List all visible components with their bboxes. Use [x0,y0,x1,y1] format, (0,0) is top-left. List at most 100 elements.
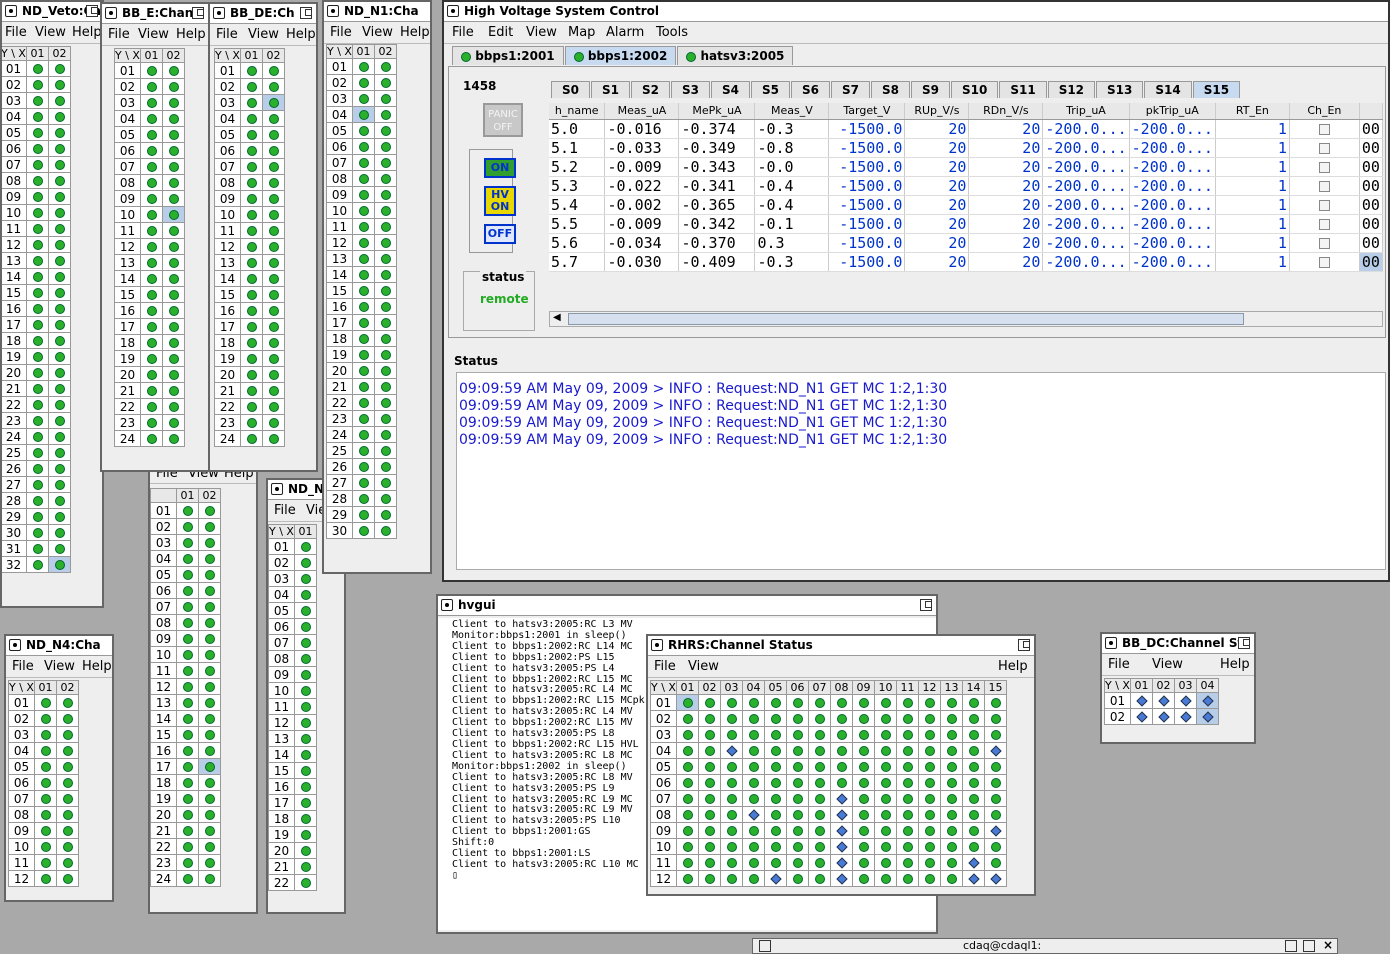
channel-cell[interactable] [830,870,853,887]
menu-file[interactable]: File [330,25,352,40]
channel-cell[interactable] [48,124,71,141]
table-cell[interactable]: -0.4 [754,195,830,215]
channel-cell[interactable] [352,202,375,219]
channel-cell[interactable] [48,76,71,93]
channel-cell[interactable] [294,826,317,843]
table-cell[interactable]: -0.374 [678,119,756,139]
channel-cell[interactable] [294,602,317,619]
ch-en-checkbox[interactable] [1318,218,1330,230]
channel-cell[interactable] [874,854,897,871]
channel-cell[interactable] [262,430,285,447]
channel-cell[interactable] [56,758,79,775]
channel-cell[interactable] [26,412,49,429]
channel-cell[interactable] [352,186,375,203]
channel-cell[interactable] [896,758,919,775]
channel-cell[interactable] [198,518,221,535]
channel-cell[interactable] [262,238,285,255]
channel-cell[interactable] [56,694,79,711]
ch-en-checkbox[interactable] [1318,161,1330,173]
channel-cell[interactable] [262,190,285,207]
channel-cell[interactable] [1152,708,1175,725]
channel-cell[interactable] [26,220,49,237]
title-bar[interactable]: RHRS:Channel Status [648,636,1034,656]
channel-cell[interactable] [26,348,49,365]
channel-cell[interactable] [896,790,919,807]
channel-cell[interactable] [352,138,375,155]
channel-cell[interactable] [56,854,79,871]
channel-cell[interactable] [830,710,853,727]
channel-status-window[interactable]: File View Help 01 02 01 02 03 04 05 06 07 08 09 10 11 1… [148,462,258,914]
channel-cell[interactable] [26,556,49,573]
maximize-icon[interactable] [1238,637,1250,649]
channel-cell[interactable] [352,474,375,491]
channel-cell[interactable] [352,74,375,91]
channel-cell[interactable] [26,316,49,333]
channel-cell[interactable] [48,268,71,285]
table-cell[interactable]: 1 [1215,157,1290,177]
channel-cell[interactable] [198,806,221,823]
channel-cell[interactable] [374,330,397,347]
channel-cell[interactable] [262,286,285,303]
title-bar[interactable]: ND_Veto:Ch [2,2,102,22]
table-cell[interactable]: -0.0 [754,157,830,177]
channel-cell[interactable] [720,790,743,807]
channel-cell[interactable] [352,426,375,443]
channel-cell[interactable] [374,202,397,219]
channel-cell[interactable] [940,822,963,839]
channel-cell[interactable] [720,758,743,775]
table-cell[interactable]: -1500.0 [828,138,906,158]
channel-cell[interactable] [374,122,397,139]
channel-cell[interactable] [176,822,199,839]
channel-cell[interactable] [764,806,787,823]
table-cell[interactable]: 20 [968,233,1044,253]
table-row[interactable]: 5.1 -0.033 -0.349 -0.8 -1500.0 20 20 -200.0... -… [549,138,1384,158]
channel-cell[interactable] [198,502,221,519]
table-cell[interactable]: -200.0... [1042,233,1130,253]
channel-cell[interactable] [198,662,221,679]
channel-cell[interactable] [352,218,375,235]
channel-cell[interactable] [720,726,743,743]
table-cell[interactable]: 20 [904,195,970,215]
channel-cell[interactable] [786,758,809,775]
channel-cell[interactable] [140,222,163,239]
channel-cell[interactable] [1130,708,1153,725]
channel-cell[interactable] [1152,692,1175,709]
scroll-left-icon[interactable]: ◀ [553,312,561,323]
table-cell[interactable]: -200.0... [1129,214,1216,234]
channel-cell[interactable] [720,838,743,855]
table-cell[interactable]: -0.342 [678,214,756,234]
menu-view[interactable]: View [44,659,75,674]
tab-slot-s9[interactable]: S9 [911,81,950,98]
channel-cell[interactable] [1196,692,1219,709]
channel-cell[interactable] [742,870,765,887]
channel-cell[interactable] [874,774,897,791]
table-cell[interactable]: -1500.0 [828,157,906,177]
ch-en-checkbox[interactable] [1318,256,1330,268]
channel-cell[interactable] [720,806,743,823]
menu-help[interactable]: Help [400,25,430,40]
table-cell[interactable]: -200.0... [1129,252,1216,272]
table-cell[interactable]: -0.016 [604,119,680,139]
table-cell[interactable]: -1500.0 [828,233,906,253]
channel-cell[interactable] [162,190,185,207]
table-cell[interactable]: 1 [1215,176,1290,196]
channel-cell[interactable] [294,698,317,715]
ch-en-checkbox[interactable] [1318,237,1330,249]
maximize-icon[interactable] [192,7,204,19]
ch-en-cell[interactable] [1289,138,1360,158]
channel-cell[interactable] [48,540,71,557]
channel-cell[interactable] [874,822,897,839]
channel-cell[interactable] [56,838,79,855]
channel-cell[interactable] [162,286,185,303]
tab-host-2[interactable]: bbps1:2002 [564,46,677,65]
channel-cell[interactable] [896,870,919,887]
channel-cell[interactable] [240,414,263,431]
channel-cell[interactable] [896,854,919,871]
channel-cell[interactable] [26,492,49,509]
channel-cell[interactable] [940,838,963,855]
tab-slot-s3[interactable]: S3 [671,81,710,98]
title-bar[interactable]: BB_E:Chan [102,4,208,24]
maximize-icon[interactable] [300,7,312,19]
window-menu-icon[interactable] [441,599,453,611]
menu-edit[interactable]: Edit [488,25,513,40]
